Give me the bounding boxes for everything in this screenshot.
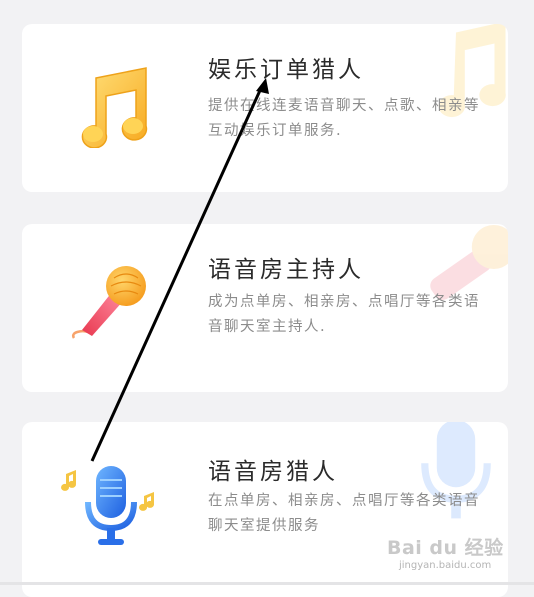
card-description: 提供在线连麦语音聊天、点歌、相亲等互动娱乐订单服务. — [208, 98, 480, 139]
watermark-url: jingyan.baidu.com — [399, 560, 492, 571]
watermark-logo: Bai du 经验 — [387, 537, 504, 559]
card-title: 娱乐订单猎人 — [208, 57, 364, 83]
card-entertainment-order-hunter[interactable]: 娱乐订单猎人 提供在线连麦语音聊天、点歌、相亲等互动娱乐订单服务. — [22, 24, 508, 192]
studio-microphone-icon — [61, 466, 155, 545]
card-title: 语音房猎人 — [208, 459, 338, 485]
music-note-icon — [81, 67, 148, 148]
card-description: 在点单房、相亲房、点唱厅等各类语音聊天室提供服务 — [208, 493, 480, 534]
card-title: 语音房主持人 — [208, 257, 364, 283]
card-voice-room-host[interactable]: 语音房主持人 成为点单房、相亲房、点唱厅等各类语音聊天室主持人. — [22, 224, 508, 392]
card-description: 成为点单房、相亲房、点唱厅等各类语音聊天室主持人. — [208, 294, 480, 335]
baidu-jingyan-watermark: Bai du 经验 jingyan.baidu.com — [387, 533, 522, 579]
karaoke-microphone-icon — [71, 266, 146, 339]
